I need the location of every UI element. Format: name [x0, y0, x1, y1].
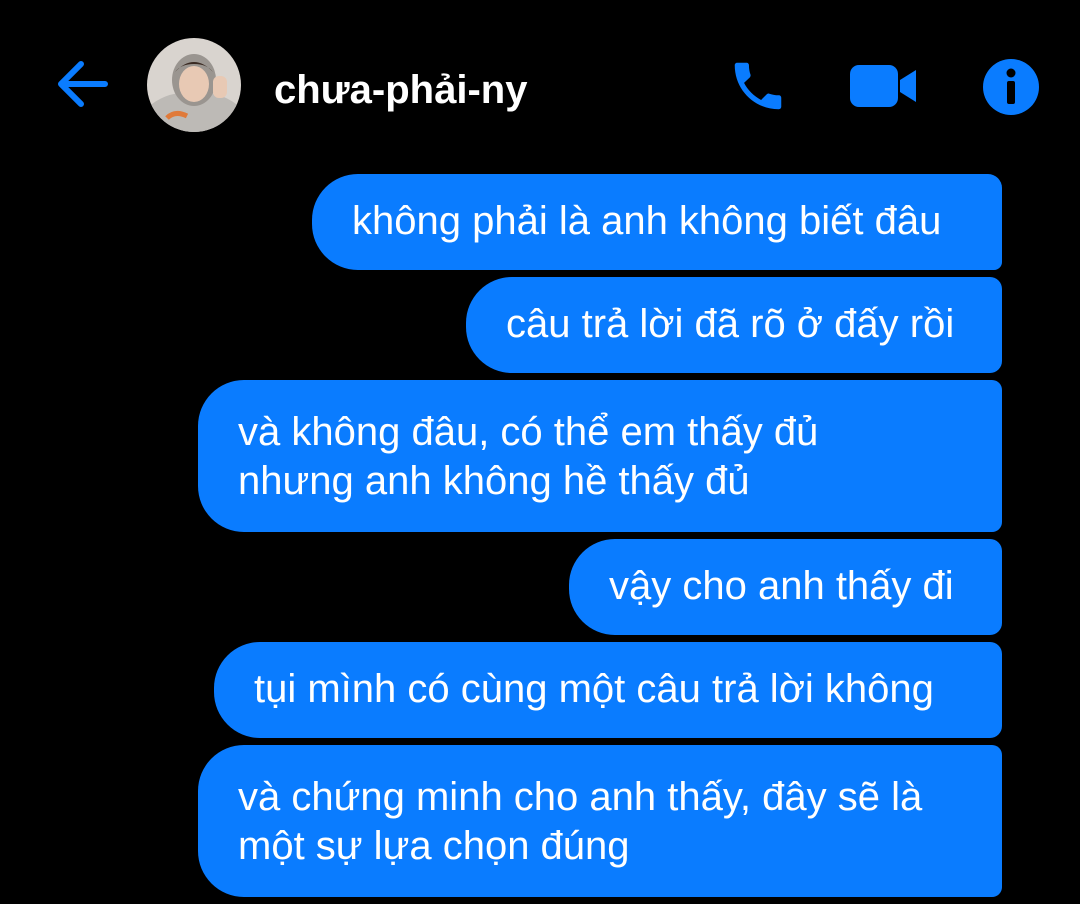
video-call-button[interactable]	[846, 56, 922, 116]
message-bubble[interactable]: câu trả lời đã rõ ở đấy rồi	[466, 277, 1002, 373]
conversation-header: chưa-phải-ny	[0, 0, 1080, 175]
message-list[interactable]: không phải là anh không biết đâu câu trả…	[0, 174, 1080, 904]
message-bubble[interactable]: và chứng minh cho anh thấy, đây sẽ là mộ…	[198, 745, 1002, 897]
message-bubble[interactable]: tụi mình có cùng một câu trả lời không	[214, 642, 1002, 738]
info-icon	[983, 59, 1039, 115]
info-button[interactable]	[980, 56, 1042, 118]
message-row: vậy cho anh thấy đi	[0, 539, 1080, 635]
message-bubble[interactable]: không phải là anh không biết đâu	[312, 174, 1002, 270]
message-row: không phải là anh không biết đâu	[0, 174, 1080, 270]
back-button[interactable]	[50, 52, 114, 116]
avatar[interactable]	[147, 38, 241, 132]
message-bubble[interactable]: và không đâu, có thể em thấy đủ nhưng an…	[198, 380, 1002, 532]
message-bubble[interactable]: vậy cho anh thấy đi	[569, 539, 1002, 635]
arrow-left-icon	[58, 61, 108, 107]
video-camera-icon	[850, 65, 916, 107]
message-row: câu trả lời đã rõ ở đấy rồi	[0, 277, 1080, 373]
message-row: và chứng minh cho anh thấy, đây sẽ là mộ…	[0, 745, 1080, 897]
message-row: tụi mình có cùng một câu trả lời không	[0, 642, 1080, 738]
contact-name[interactable]: chưa-phải-ny	[274, 66, 527, 114]
phone-icon	[734, 62, 782, 110]
message-row: và không đâu, có thể em thấy đủ nhưng an…	[0, 380, 1080, 532]
voice-call-button[interactable]	[722, 52, 794, 120]
profile-photo-image	[147, 38, 241, 132]
